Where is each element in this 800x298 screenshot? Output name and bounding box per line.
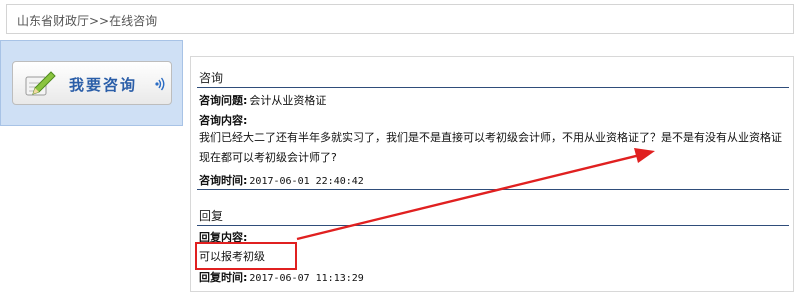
reply-highlight-box xyxy=(195,242,297,270)
question-subject-field: 咨询问题: 会计从业资格证 xyxy=(199,92,326,108)
question-subject-value: 会计从业资格证 xyxy=(249,94,327,107)
reply-time-field: 回复时间: 2017-06-07 11:13:29 xyxy=(199,269,364,285)
reply-section-divider xyxy=(197,225,789,226)
reply-section-title: 回复 xyxy=(199,209,224,223)
left-sidebar-panel: 我要咨询 xyxy=(0,40,183,126)
question-content-label: 咨询内容: xyxy=(199,114,248,127)
consult-button[interactable]: 我要咨询 xyxy=(12,61,172,105)
question-section-bottom-divider xyxy=(197,189,789,190)
question-time-field: 咨询时间: 2017-06-01 22:40:42 xyxy=(199,172,364,188)
question-subject-label: 咨询问题: xyxy=(199,94,248,107)
reply-time-label: 回复时间: xyxy=(199,271,248,284)
signal-waves-icon xyxy=(155,77,165,91)
question-time-label: 咨询时间: xyxy=(199,174,248,187)
breadcrumb-bar: 山东省财政厅>>在线咨询 xyxy=(6,4,794,34)
reply-time-value: 2017-06-07 11:13:29 xyxy=(249,273,364,284)
question-section-divider xyxy=(197,87,789,88)
question-content-text: 我们已经大二了还有半年多就实习了，我们是不是直接可以考初级会计师，不用从业资格证… xyxy=(199,131,782,164)
question-section-title: 咨询 xyxy=(199,71,224,85)
breadcrumb[interactable]: 山东省财政厅>>在线咨询 xyxy=(17,12,157,29)
question-time-value: 2017-06-01 22:40:42 xyxy=(249,176,364,187)
consult-button-label: 我要咨询 xyxy=(69,76,138,94)
question-content-field: 咨询内容: xyxy=(199,112,247,128)
pen-writing-icon xyxy=(25,71,56,96)
